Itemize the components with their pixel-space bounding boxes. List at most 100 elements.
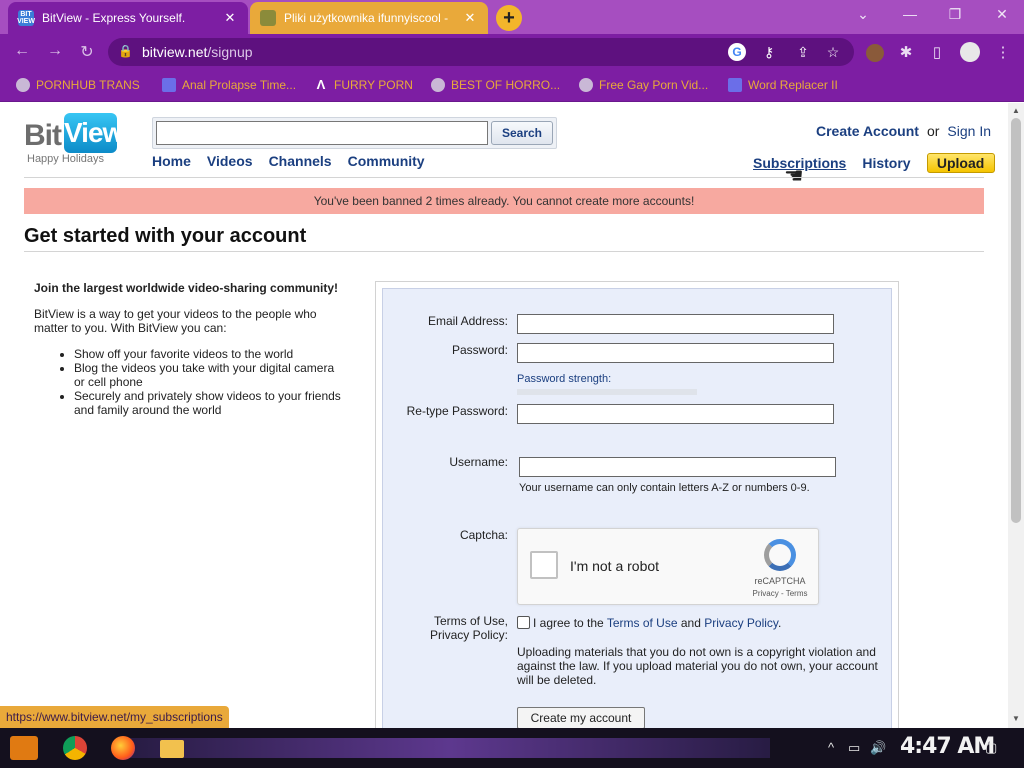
list-item: Show off your favorite videos to the wor… [74, 347, 344, 361]
feature-list: Show off your favorite videos to the wor… [74, 347, 344, 417]
notifications-icon[interactable]: ▢ [985, 740, 997, 756]
tab-pliki[interactable]: Pliki użytkownika ifunnyiscool - ✕ [250, 2, 488, 34]
nav-videos[interactable]: Videos [207, 153, 253, 169]
bookmark-item[interactable]: BEST OF HORRO... [431, 78, 560, 92]
volume-icon[interactable]: 🔊 [870, 740, 886, 756]
recaptcha-brand: reCAPTCHA [754, 576, 806, 586]
page-scrollbar[interactable]: ▲ ▼ [1008, 103, 1024, 728]
nav-community[interactable]: Community [348, 153, 425, 169]
file-explorer-icon[interactable] [160, 740, 184, 758]
email-field[interactable] [517, 314, 834, 334]
create-account-button[interactable]: Create my account [517, 707, 645, 728]
logo-tagline: Happy Holidays [27, 153, 105, 165]
forward-icon[interactable]: → [44, 42, 66, 60]
bookmark-item[interactable]: Anal Prolapse Time... [162, 78, 296, 92]
profile-icon[interactable] [960, 42, 980, 62]
tab-strip: BIT VIEW BitView - Express Yourself. ✕ P… [0, 0, 1024, 34]
tab-title: BitView - Express Yourself. [42, 11, 186, 25]
bookmark-item[interactable]: Word Replacer II [728, 78, 838, 92]
close-tab-icon[interactable]: ✕ [222, 10, 238, 26]
recaptcha-logo-icon [764, 539, 796, 571]
search-button[interactable]: Search [491, 121, 553, 145]
create-account-link[interactable]: Create Account [816, 123, 919, 139]
share-icon[interactable]: ⇪ [794, 44, 812, 61]
scrollbar-thumb[interactable] [1011, 118, 1021, 523]
nav-home[interactable]: Home [152, 153, 191, 169]
search-input[interactable] [156, 121, 488, 145]
reload-icon[interactable]: ↻ [76, 42, 98, 62]
password-strength-label: Password strength: [517, 373, 612, 385]
terms-label: Terms of Use, Privacy Policy: [429, 614, 508, 642]
retype-password-label: Re-type Password: [406, 404, 508, 418]
terms-of-use-link[interactable]: Terms of Use [607, 616, 678, 630]
star-icon[interactable]: ☆ [824, 44, 842, 61]
tab-title: Pliki użytkownika ifunnyiscool - [284, 11, 449, 25]
upload-button[interactable]: Upload [926, 153, 995, 173]
password-field[interactable] [517, 343, 834, 363]
retype-password-field[interactable] [517, 404, 834, 424]
tab-bitview[interactable]: BIT VIEW BitView - Express Yourself. ✕ [8, 2, 248, 34]
address-bar[interactable]: 🔒 bitview.net/signup G ⚷ ⇪ ☆ [108, 38, 854, 66]
taskbar: ^ ▭ 🔊 4:47 AM ▢ [0, 728, 1024, 768]
extension-avatar-icon[interactable] [866, 44, 884, 62]
privacy-policy-link[interactable]: Privacy Policy [704, 616, 778, 630]
bookmark-item[interactable]: Λ FURRY PORN [314, 77, 413, 93]
globe-icon [431, 78, 445, 92]
username-label: Username: [449, 455, 508, 469]
search-bar: Search [152, 117, 557, 149]
window-close-icon[interactable]: ✕ [990, 6, 1014, 23]
bookmark-item[interactable]: Free Gay Porn Vid... [579, 78, 708, 92]
title-divider [24, 251, 984, 252]
header-divider [24, 177, 984, 178]
bookmarks-bar: PORNHUB TRANS Anal Prolapse Time... Λ FUR… [0, 70, 1024, 102]
key-icon[interactable]: ⚷ [760, 44, 778, 61]
menu-icon[interactable]: ⋮ [993, 43, 1013, 61]
recaptcha-widget: I'm not a robot reCAPTCHA Privacy - Term… [517, 528, 819, 605]
copyright-notice: Uploading materials that you do not own … [517, 645, 878, 687]
site-icon [162, 78, 176, 92]
wr-icon [728, 78, 742, 92]
history-link[interactable]: History [862, 155, 910, 171]
link-status-bar: https://www.bitview.net/my_subscriptions [0, 706, 229, 728]
tray-overflow-icon[interactable]: ^ [828, 740, 834, 755]
clock[interactable]: 4:47 AM [900, 734, 995, 759]
intro-text: BitView is a way to get your videos to t… [34, 307, 317, 335]
a-logo-icon: Λ [316, 77, 326, 92]
side-panel-icon[interactable]: ▯ [927, 43, 947, 61]
captcha-checkbox[interactable] [530, 551, 558, 579]
start-button[interactable] [10, 736, 38, 760]
ban-alert: You've been banned 2 times already. You … [24, 188, 984, 214]
account-links: Create Account or Sign In [816, 123, 991, 139]
network-icon[interactable]: ▭ [848, 740, 860, 756]
agree-terms-text: I agree to the Terms of Use and Privacy … [533, 616, 782, 630]
tab-search-icon[interactable]: ⌄ [851, 6, 875, 23]
recaptcha-privacy-terms[interactable]: Privacy - Terms [744, 589, 816, 598]
username-field[interactable] [519, 457, 836, 477]
password-label: Password: [451, 343, 508, 357]
email-label: Email Address: [427, 314, 508, 328]
taskbar-decoration [130, 738, 770, 758]
back-icon[interactable]: ← [11, 42, 33, 60]
new-tab-button[interactable]: + [496, 5, 522, 31]
chrome-icon[interactable] [63, 736, 87, 760]
agree-terms-checkbox[interactable] [517, 616, 530, 629]
or-text: or [926, 123, 940, 139]
extensions-icon[interactable]: ✱ [896, 43, 916, 61]
captcha-label: Captcha: [459, 528, 508, 542]
minimize-icon[interactable]: — [898, 6, 922, 22]
username-hint: Your username can only contain letters A… [519, 482, 810, 494]
scroll-down-icon[interactable]: ▼ [1011, 714, 1021, 723]
bitview-favicon-icon: BIT VIEW [17, 10, 35, 26]
firefox-icon[interactable] [111, 736, 135, 760]
list-item: Securely and privately show videos to yo… [74, 389, 344, 417]
google-icon[interactable]: G [728, 43, 746, 61]
nav-channels[interactable]: Channels [269, 153, 332, 169]
bookmark-item[interactable]: PORNHUB TRANS [16, 78, 140, 92]
scroll-up-icon[interactable]: ▲ [1011, 106, 1021, 115]
restore-icon[interactable]: ❐ [943, 6, 967, 23]
close-tab-icon[interactable]: ✕ [462, 10, 478, 26]
sign-in-link[interactable]: Sign In [947, 123, 991, 139]
address-url: bitview.net/signup [142, 44, 253, 60]
lock-icon[interactable]: 🔒 [118, 44, 133, 58]
password-strength-bar [517, 389, 697, 395]
